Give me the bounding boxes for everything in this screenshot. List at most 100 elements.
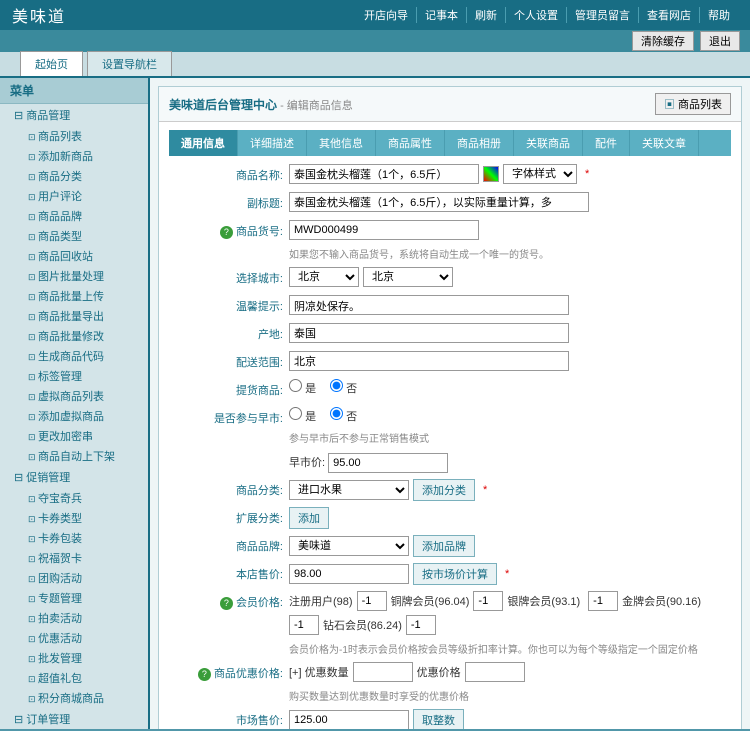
sidebar-item[interactable]: 批发管理: [0, 648, 148, 668]
panel-title: 美味道后台管理中心: [169, 98, 277, 112]
hint-promo: 购买数量达到优惠数量时享受的优惠价格: [289, 688, 731, 703]
sidebar-item[interactable]: 商品分类: [0, 166, 148, 186]
input-price[interactable]: [289, 564, 409, 584]
label-promo-price: ?商品优惠价格:: [169, 662, 289, 681]
sidebar-item[interactable]: 商品列表: [0, 126, 148, 146]
input-subtitle[interactable]: [289, 192, 589, 212]
sidebar-item[interactable]: 更改加密串: [0, 426, 148, 446]
tab-nav[interactable]: 设置导航栏: [87, 51, 172, 76]
select-category[interactable]: 进口水果: [289, 480, 409, 500]
sidebar-item[interactable]: 团购活动: [0, 568, 148, 588]
subtab-attr[interactable]: 商品属性: [376, 130, 445, 156]
input-cu[interactable]: [473, 591, 503, 611]
label-category: 商品分类:: [169, 479, 289, 498]
input-market[interactable]: [289, 710, 409, 729]
label-name: 商品名称:: [169, 164, 289, 183]
radio-pickup-yes[interactable]: 是: [289, 379, 316, 396]
input-promo-qty[interactable]: [353, 662, 413, 682]
add-brand-button[interactable]: 添加品牌: [413, 535, 475, 557]
sidebar-item[interactable]: 商品自动上下架: [0, 446, 148, 466]
help-icon[interactable]: ?: [198, 668, 211, 681]
menu-group-promo[interactable]: 促销管理: [0, 466, 148, 488]
sidebar-item[interactable]: 添加虚拟商品: [0, 406, 148, 426]
sidebar-item[interactable]: 添加新商品: [0, 146, 148, 166]
sidebar-item[interactable]: 标签管理: [0, 366, 148, 386]
label-cu: 铜牌会员(96.04): [391, 593, 470, 609]
sidebar-item[interactable]: 拍卖活动: [0, 608, 148, 628]
input-au[interactable]: [289, 615, 319, 635]
link-refresh[interactable]: 刷新: [467, 7, 506, 23]
input-tip[interactable]: 阴凉处保存。: [289, 295, 569, 315]
sidebar-item[interactable]: 图片批量处理: [0, 266, 148, 286]
add-ext-button[interactable]: 添加: [289, 507, 329, 529]
link-view-shop[interactable]: 查看网店: [639, 7, 700, 23]
sidebar-item[interactable]: 卡券包装: [0, 528, 148, 548]
promo-price-label: 优惠价格: [417, 664, 461, 680]
input-sku[interactable]: [289, 220, 479, 240]
color-swatch[interactable]: [483, 166, 499, 182]
select-city2[interactable]: 北京: [363, 267, 453, 287]
input-di[interactable]: [406, 615, 436, 635]
hint-member: 会员价格为-1时表示会员价格按会员等级折扣率计算。你也可以为每个等级指定一个固定…: [289, 641, 731, 656]
goods-list-button[interactable]: ▣ 商品列表: [655, 93, 731, 115]
subtab-general[interactable]: 通用信息: [169, 130, 238, 156]
select-font-style[interactable]: 字体样式: [503, 164, 577, 184]
sidebar-item[interactable]: 超值礼包: [0, 668, 148, 688]
menu-group-goods[interactable]: 商品管理: [0, 104, 148, 126]
radio-pickup-no[interactable]: 否: [330, 379, 357, 396]
add-category-button[interactable]: 添加分类: [413, 479, 475, 501]
sidebar-item[interactable]: 优惠活动: [0, 628, 148, 648]
label-brand: 商品品牌:: [169, 535, 289, 554]
menu-group-order[interactable]: 订单管理: [0, 708, 148, 729]
radio-morning-no[interactable]: 否: [330, 407, 357, 424]
subtab-detail[interactable]: 详细描述: [238, 130, 307, 156]
exit-button[interactable]: 退出: [700, 31, 740, 51]
calc-market-button[interactable]: 按市场价计算: [413, 563, 497, 585]
sidebar-item[interactable]: 商品品牌: [0, 206, 148, 226]
link-notepad[interactable]: 记事本: [417, 7, 467, 23]
sidebar-item[interactable]: 专题管理: [0, 588, 148, 608]
sidebar-item[interactable]: 祝福贺卡: [0, 548, 148, 568]
input-origin[interactable]: [289, 323, 569, 343]
input-ag[interactable]: [588, 591, 618, 611]
sidebar-item[interactable]: 用户评论: [0, 186, 148, 206]
sidebar-item[interactable]: 夺宝奇兵: [0, 488, 148, 508]
input-reg[interactable]: [357, 591, 387, 611]
sidebar-item[interactable]: 商品批量修改: [0, 326, 148, 346]
sidebar-item[interactable]: 生成商品代码: [0, 346, 148, 366]
required-star: *: [505, 568, 509, 580]
subtab-article[interactable]: 关联文章: [630, 130, 699, 156]
input-name[interactable]: [289, 164, 479, 184]
subtab-parts[interactable]: 配件: [583, 130, 630, 156]
radio-morning-yes[interactable]: 是: [289, 407, 316, 424]
sidebar-item[interactable]: 卡券类型: [0, 508, 148, 528]
help-icon[interactable]: ?: [220, 226, 233, 239]
subtab-other[interactable]: 其他信息: [307, 130, 376, 156]
subtab-album[interactable]: 商品相册: [445, 130, 514, 156]
label-morning: 是否参与早市:: [169, 407, 289, 426]
promo-qty-label: [+] 优惠数量: [289, 664, 349, 680]
label-member-price: ?会员价格:: [169, 591, 289, 610]
sidebar-item[interactable]: 商品类型: [0, 226, 148, 246]
link-admin-msg[interactable]: 管理员留言: [567, 7, 639, 23]
sidebar-item[interactable]: 商品批量导出: [0, 306, 148, 326]
tab-start[interactable]: 起始页: [20, 51, 83, 76]
sidebar-item[interactable]: 商品批量上传: [0, 286, 148, 306]
link-settings[interactable]: 个人设置: [506, 7, 567, 23]
select-city1[interactable]: 北京: [289, 267, 359, 287]
input-range[interactable]: [289, 351, 569, 371]
input-promo-price[interactable]: [465, 662, 525, 682]
clear-cache-button[interactable]: 清除缓存: [632, 31, 694, 51]
required-star: *: [483, 484, 487, 496]
round-button[interactable]: 取整数: [413, 709, 464, 729]
select-brand[interactable]: 美味道: [289, 536, 409, 556]
label-sku: ?商品货号:: [169, 220, 289, 239]
input-morning-price[interactable]: [328, 453, 448, 473]
link-help[interactable]: 帮助: [700, 7, 738, 23]
sidebar-item[interactable]: 虚拟商品列表: [0, 386, 148, 406]
help-icon[interactable]: ?: [220, 597, 233, 610]
subtab-related[interactable]: 关联商品: [514, 130, 583, 156]
sidebar-item[interactable]: 积分商城商品: [0, 688, 148, 708]
link-wizard[interactable]: 开店向导: [356, 7, 417, 23]
sidebar-item[interactable]: 商品回收站: [0, 246, 148, 266]
